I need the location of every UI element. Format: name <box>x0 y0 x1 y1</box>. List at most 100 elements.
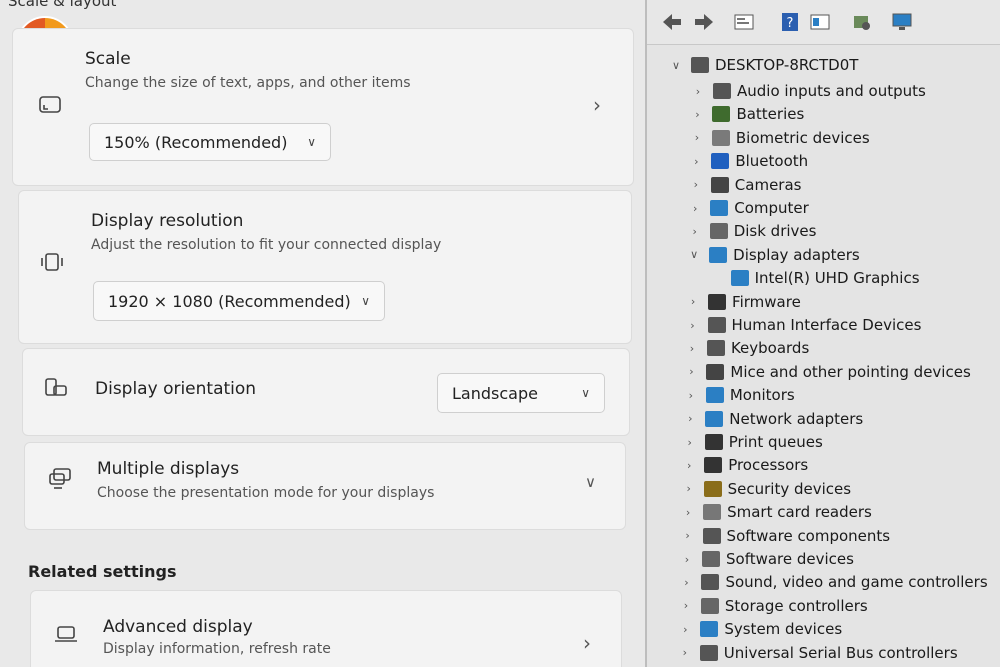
computer-name: DESKTOP-8RCTD0T <box>715 56 859 74</box>
tree-item-label: Software devices <box>726 550 854 568</box>
tree-category-item[interactable]: › Print queues <box>683 431 823 453</box>
update-driver-icon[interactable] <box>809 12 831 32</box>
tree-root-computer[interactable]: ∨ DESKTOP-8RCTD0T <box>669 54 858 76</box>
tree-category-item[interactable]: › Audio inputs and outputs <box>691 80 926 102</box>
monitor-icon <box>705 387 724 404</box>
tree-category-item[interactable]: › Monitors <box>684 384 795 406</box>
tree-category-item[interactable]: ∨ Display adapters <box>687 244 860 266</box>
resolution-title: Display resolution <box>91 211 244 231</box>
expand-arrow-icon[interactable]: › <box>678 623 692 636</box>
expand-arrow-icon[interactable]: › <box>679 599 693 612</box>
expand-arrow-icon[interactable]: › <box>688 202 702 215</box>
scale-subtitle: Change the size of text, apps, and other… <box>85 75 411 91</box>
tree-category-item[interactable]: › Sound, video and game controllers <box>679 571 987 593</box>
tree-category-item[interactable]: › Computer <box>688 197 809 219</box>
tree-category-item[interactable]: › Storage controllers <box>679 595 868 617</box>
expand-arrow-icon[interactable]: › <box>688 225 702 238</box>
chevron-right-icon[interactable]: › <box>593 93 601 117</box>
tree-item-label: Monitors <box>729 386 795 405</box>
expand-arrow-icon[interactable]: › <box>678 646 692 659</box>
tree-category-item[interactable]: › Bluetooth <box>689 150 808 172</box>
resolution-dropdown[interactable]: 1920 × 1080 (Recommended) ∨ <box>93 281 385 321</box>
scale-value: 150% (Recommended) <box>104 132 288 152</box>
tree-item-label: Security devices <box>727 479 852 498</box>
tree-category-item[interactable]: › Universal Serial Bus controllers <box>678 642 958 664</box>
tree-category-item[interactable]: › Biometric devices <box>690 127 870 149</box>
resolution-value: 1920 × 1080 (Recommended) <box>108 291 351 311</box>
tree-category-item[interactable]: › Software devices <box>680 548 854 570</box>
orientation-title: Display orientation <box>95 379 257 399</box>
expand-arrow-icon[interactable]: › <box>689 155 703 168</box>
system-icon <box>700 621 719 638</box>
collapse-arrow-icon[interactable]: ∨ <box>687 248 701 261</box>
expand-arrow-icon[interactable]: › <box>683 412 697 425</box>
hid-icon <box>707 317 726 333</box>
expand-arrow-icon[interactable]: › <box>681 529 695 542</box>
expand-arrow-icon[interactable]: › <box>681 506 695 519</box>
scale-dropdown[interactable]: 150% (Recommended) ∨ <box>89 123 331 161</box>
tree-item-label: Sound, video and game controllers <box>725 573 988 592</box>
chevron-right-icon[interactable]: › <box>583 631 591 655</box>
fingerprint-icon <box>711 129 730 146</box>
back-arrow-icon[interactable] <box>661 12 683 32</box>
expand-arrow-icon[interactable]: › <box>686 319 700 332</box>
advanced-display-title: Advanced display <box>103 617 253 637</box>
toolbar: ? <box>647 0 1000 45</box>
svg-text:?: ? <box>787 16 794 31</box>
monitor-toolbar-icon[interactable] <box>891 12 913 32</box>
expand-arrow-icon[interactable]: › <box>689 178 703 191</box>
expand-arrow-icon[interactable]: › <box>682 459 696 472</box>
tree-category-item[interactable]: › Disk drives <box>688 220 816 242</box>
chevron-down-icon: ∨ <box>581 386 590 400</box>
expand-arrow-icon[interactable]: › <box>685 342 699 355</box>
chevron-down-icon[interactable]: ∨ <box>585 473 596 491</box>
help-icon[interactable]: ? <box>779 12 801 32</box>
expand-arrow-icon[interactable]: › <box>682 482 696 495</box>
expand-arrow-icon[interactable]: › <box>690 108 704 121</box>
smart-card-icon <box>703 504 722 521</box>
orientation-dropdown[interactable]: Landscape ∨ <box>437 373 605 413</box>
expand-arrow-icon[interactable]: › <box>679 576 693 589</box>
expand-arrow-icon[interactable]: › <box>680 553 694 566</box>
expand-arrow-icon[interactable]: › <box>683 436 697 449</box>
tree-item-label: Batteries <box>736 105 805 124</box>
tree-category-item[interactable]: › Security devices <box>682 478 851 500</box>
tree-item-label: Biometric devices <box>735 128 870 147</box>
expand-arrow-icon[interactable]: › <box>690 131 704 144</box>
expand-arrow-icon[interactable]: › <box>684 389 698 402</box>
tree-category-item[interactable]: › Smart card readers <box>681 501 872 523</box>
tree-category-item[interactable]: › System devices <box>678 618 842 640</box>
multiple-displays-title: Multiple displays <box>97 459 240 479</box>
tree-device-item[interactable]: Intel(R) UHD Graphics <box>709 267 920 289</box>
tree-category-item[interactable]: › Network adapters <box>683 408 863 430</box>
battery-icon <box>712 106 731 123</box>
multiple-displays-card[interactable]: Multiple displays Choose the presentatio… <box>24 442 626 530</box>
storage-icon <box>700 597 719 614</box>
tree-category-item[interactable]: › Processors <box>682 454 808 476</box>
disk-icon <box>709 223 728 240</box>
tree-category-item[interactable]: › Software components <box>681 525 890 547</box>
chevron-down-icon: ∨ <box>361 294 370 308</box>
software-component-icon <box>702 527 721 544</box>
tree-category-item[interactable]: › Human Interface Devices <box>686 314 921 336</box>
tree-item-label: Firmware <box>732 292 801 311</box>
properties-icon[interactable] <box>733 12 755 32</box>
mouse-icon <box>706 363 725 380</box>
expand-arrow-icon[interactable]: › <box>691 85 705 98</box>
advanced-display-card[interactable]: Advanced display Display information, re… <box>30 590 622 667</box>
tree-category-item[interactable]: › Batteries <box>690 103 804 125</box>
forward-arrow-icon[interactable] <box>693 12 715 32</box>
expand-arrow-icon[interactable]: › <box>684 365 698 378</box>
scan-hardware-icon[interactable] <box>851 12 873 32</box>
tree-category-item[interactable]: › Mice and other pointing devices <box>684 361 971 383</box>
tree-category-item[interactable]: › Cameras <box>689 174 802 196</box>
scale-card[interactable]: Scale Change the size of text, apps, and… <box>12 28 634 186</box>
collapse-arrow-icon[interactable]: ∨ <box>669 59 683 72</box>
tree-item-label: Bluetooth <box>735 152 809 171</box>
expand-arrow-icon[interactable]: › <box>686 295 700 308</box>
advanced-display-subtitle: Display information, refresh rate <box>103 641 331 657</box>
tree-category-item[interactable]: › Keyboards <box>685 337 810 359</box>
tree-category-item[interactable]: › Firmware <box>686 291 801 313</box>
scale-icon <box>37 91 63 117</box>
tree-item-label: Display adapters <box>733 245 860 264</box>
